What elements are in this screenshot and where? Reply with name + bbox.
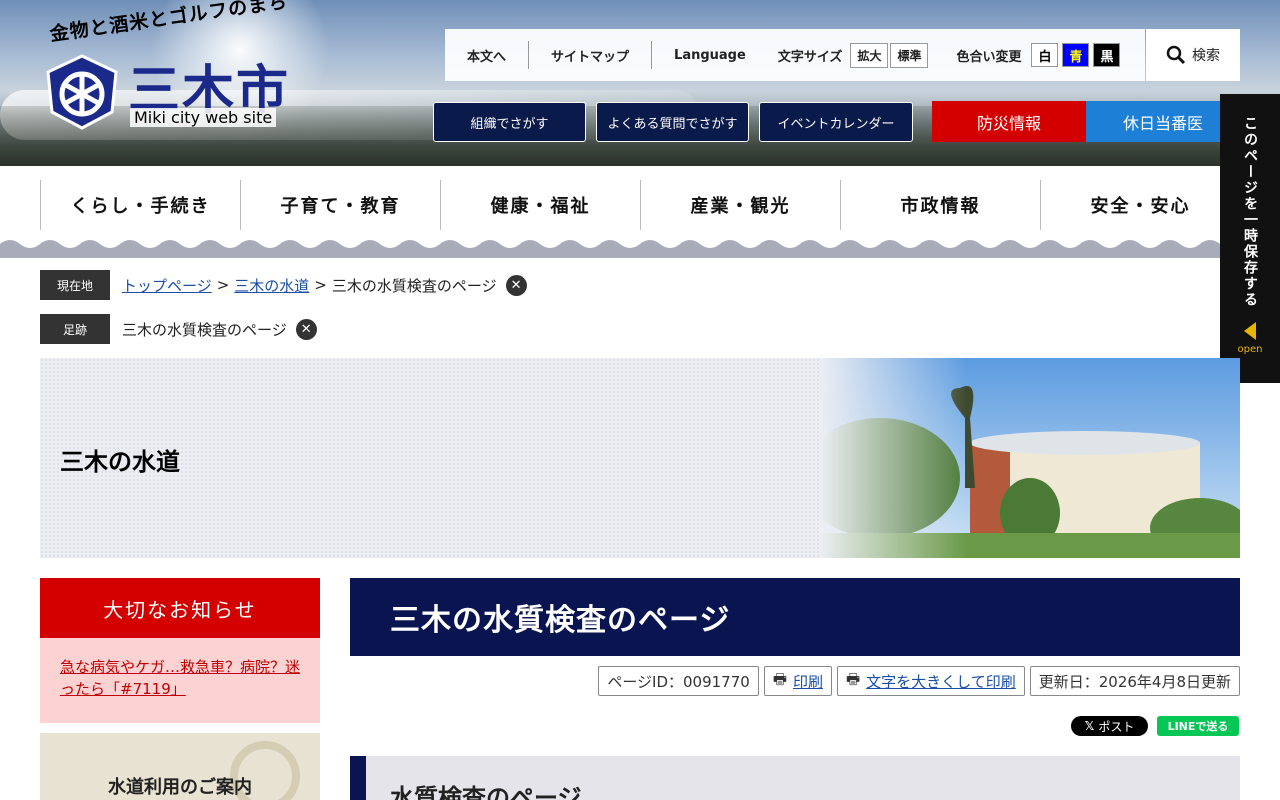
breadcrumb-separator: > xyxy=(216,276,230,294)
section-subheading: 水質検査のページ xyxy=(350,756,1240,800)
print-link[interactable]: 印刷 xyxy=(793,671,823,692)
color-blue-button[interactable]: 青 xyxy=(1062,43,1090,67)
water-guide-card[interactable]: 水道利用のご案内 xyxy=(40,733,320,800)
font-size-label: 文字サイズ xyxy=(777,49,843,65)
history-item[interactable]: 三木の水質検査のページ xyxy=(122,319,287,340)
nav-item-childcare[interactable]: 子育て・教育 xyxy=(240,180,440,230)
color-white-button[interactable]: 白 xyxy=(1031,43,1059,67)
page-id: ページID：0091770 xyxy=(598,666,759,696)
website-label: Miki city web site xyxy=(130,108,277,127)
breadcrumb-top-link[interactable]: トップページ xyxy=(122,275,212,296)
x-post-button[interactable]: 𝕏 ポスト xyxy=(1071,716,1148,736)
disaster-info-button[interactable]: 防災情報 xyxy=(932,101,1086,142)
print-large-button[interactable]: 🖶 文字を大きくして印刷 xyxy=(837,666,1025,696)
search-label: 検索 xyxy=(1192,48,1220,64)
global-nav: くらし・手続き 子育て・教育 健康・福祉 産業・観光 市政情報 安全・安心 xyxy=(40,180,1240,230)
print-button[interactable]: 🖶 印刷 xyxy=(763,666,832,696)
nav-item-living[interactable]: くらし・手続き xyxy=(40,180,240,230)
printer-icon: 🖶 xyxy=(772,669,787,688)
updated-date: 更新日：2026年4月8日更新 xyxy=(1029,666,1240,696)
important-notice-body: 急な病気やケガ…救急車？病院？迷ったら「#7119」 xyxy=(40,638,320,723)
nav-item-health[interactable]: 健康・福祉 xyxy=(440,180,640,230)
search-by-org-button[interactable]: 組織でさがす xyxy=(433,102,586,142)
search-by-faq-button[interactable]: よくある質問でさがす xyxy=(596,102,749,142)
save-page-text: このページを一時保存する xyxy=(1242,116,1258,308)
search-button[interactable]: 検索 xyxy=(1146,29,1240,81)
line-send-button[interactable]: LINEで送る xyxy=(1157,716,1239,736)
page-meta-row: ページID：0091770 🖶 印刷 🖶 文字を大きくして印刷 更新日：2026年4… xyxy=(598,666,1240,696)
breadcrumb-current: 三木の水質検査のページ xyxy=(331,276,497,295)
banner-title: 三木の水道 xyxy=(60,448,180,476)
holiday-doctor-button[interactable]: 休日当番医 xyxy=(1086,101,1240,142)
close-icon[interactable]: ✕ xyxy=(505,274,527,296)
wave-divider xyxy=(0,240,1280,258)
save-page-panel[interactable]: このページを一時保存する open xyxy=(1220,94,1280,383)
open-arrow-icon xyxy=(1244,322,1256,340)
breadcrumb-separator: > xyxy=(314,276,327,294)
search-icon xyxy=(1166,45,1186,65)
language-link[interactable]: Language xyxy=(652,41,768,69)
print-large-link[interactable]: 文字を大きくして印刷 xyxy=(866,671,1016,692)
social-share: 𝕏 ポスト LINEで送る xyxy=(1071,716,1239,736)
city-emblem-icon xyxy=(46,54,118,130)
water-tank-photo xyxy=(820,358,1240,558)
skip-to-content-link[interactable]: 本文へ xyxy=(445,41,530,69)
font-size-standard-button[interactable]: 標準 xyxy=(890,42,929,68)
close-icon[interactable]: ✕ xyxy=(295,318,317,340)
nav-item-industry[interactable]: 産業・観光 xyxy=(640,180,840,230)
font-size-large-button[interactable]: 拡大 xyxy=(850,42,889,68)
water-guide-title: 水道利用のご案内 xyxy=(108,777,252,798)
color-change-label: 色合い変更 xyxy=(956,49,1022,65)
breadcrumb-water-link[interactable]: 三木の水道 xyxy=(234,275,309,296)
page-title: 三木の水質検査のページ xyxy=(350,578,1240,656)
section-banner: 三木の水道 xyxy=(40,358,1240,558)
color-group: 色合い変更 白 青 黒 xyxy=(956,43,1121,67)
breadcrumb: 現在地 トップページ > 三木の水道 > 三木の水質検査のページ ✕ xyxy=(40,270,527,300)
line-send-label: LINEで送る xyxy=(1167,720,1229,733)
event-calendar-button[interactable]: イベントカレンダー xyxy=(759,102,913,142)
nav-item-safety[interactable]: 安全・安心 xyxy=(1040,180,1240,230)
open-label: open xyxy=(1237,344,1263,355)
sitemap-link[interactable]: サイトマップ xyxy=(529,41,653,69)
emergency-7119-link[interactable]: 急な病気やケガ…救急車？病院？迷ったら「#7119」 xyxy=(60,658,300,698)
history-trail: 足跡 三木の水質検査のページ ✕ xyxy=(40,314,317,344)
current-location-tag: 現在地 xyxy=(40,270,110,300)
color-black-button[interactable]: 黒 xyxy=(1093,43,1121,67)
utility-bar: 本文へ サイトマップ Language 文字サイズ 拡大 標準 色合い変更 白 … xyxy=(445,29,1145,81)
x-logo-icon: 𝕏 xyxy=(1084,719,1095,733)
printer-icon: 🖶 xyxy=(846,669,861,688)
nav-item-city-info[interactable]: 市政情報 xyxy=(840,180,1040,230)
x-post-label: ポスト xyxy=(1098,719,1135,734)
logo-tagline: 金物と酒米とゴルフのまち xyxy=(48,0,290,46)
site-logo[interactable]: 金物と酒米とゴルフのまち 三木市 Miki city web site xyxy=(40,0,290,136)
history-tag: 足跡 xyxy=(40,314,110,344)
important-notice-title: 大切なお知らせ xyxy=(40,578,320,638)
font-size-group: 文字サイズ 拡大 標準 xyxy=(777,42,929,68)
